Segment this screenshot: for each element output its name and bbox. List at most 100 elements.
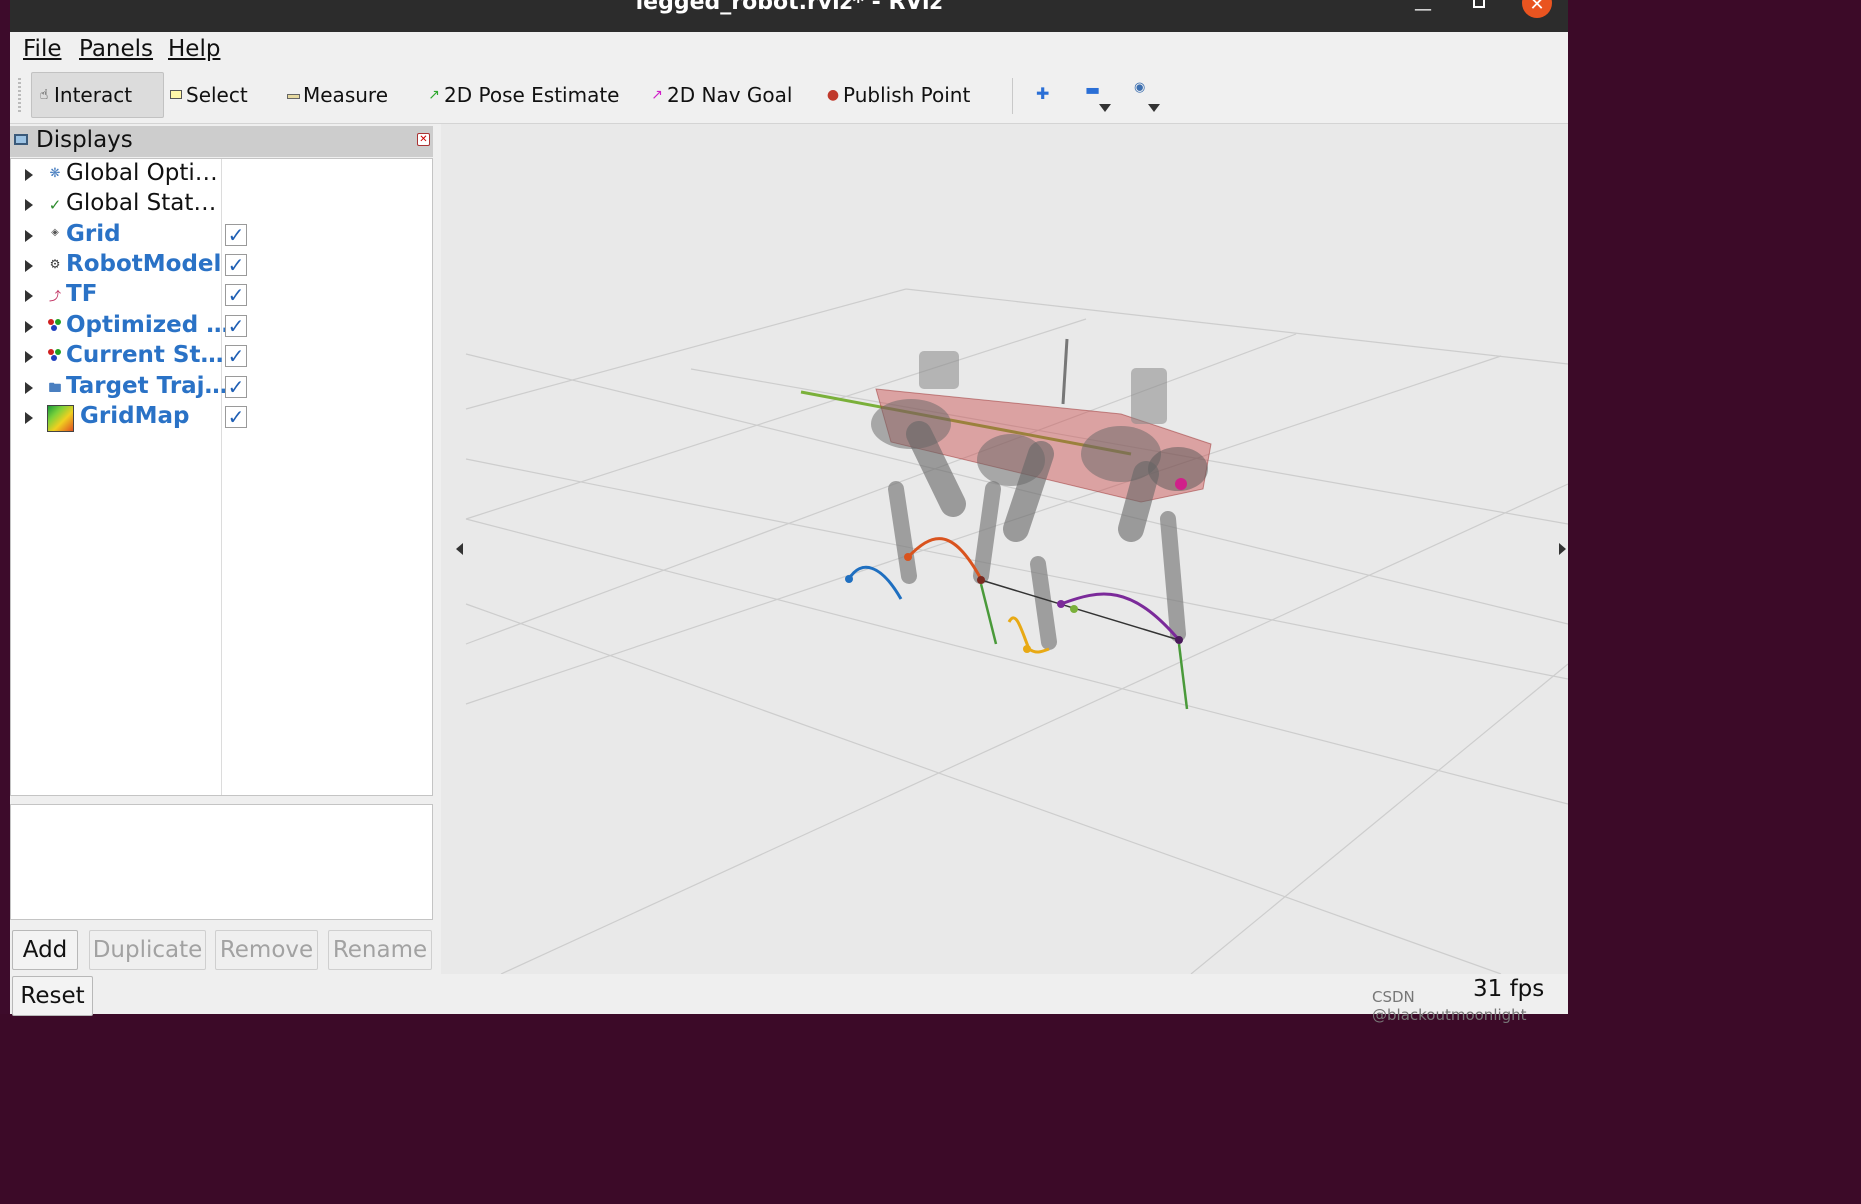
expand-arrow-icon[interactable] xyxy=(25,412,33,424)
panel-close-icon[interactable]: ✕ xyxy=(417,133,430,146)
render-3d-viewport[interactable] xyxy=(441,124,1568,974)
tool-2d-pose-estimate[interactable]: ↗ 2D Pose Estimate xyxy=(426,72,619,118)
tool-measure[interactable]: Measure xyxy=(285,72,388,118)
rviz-window: legged_robot.rviz* - RViz — ✕ File Panel… xyxy=(10,0,1568,1016)
tool-interact[interactable]: ☝ Interact xyxy=(31,72,164,118)
toolbar-grip[interactable] xyxy=(18,78,21,112)
display-item-label: GridMap xyxy=(80,403,190,429)
menu-panels-label: Panels xyxy=(79,36,154,62)
close-window-button[interactable]: ✕ xyxy=(1522,0,1552,18)
tool-bar: ☝ Interact Select Measure ↗ 2D Pose Esti… xyxy=(10,66,1568,124)
folder-icon: 🖿 xyxy=(48,381,62,396)
maximize-icon[interactable] xyxy=(1473,0,1485,8)
toolbar-separator xyxy=(1012,78,1013,114)
menu-file[interactable]: File xyxy=(23,36,62,62)
window-title: legged_robot.rviz* - RViz xyxy=(635,0,943,15)
tool-2d-nav-goal-label: 2D Nav Goal xyxy=(667,83,793,107)
display-enable-checkbox[interactable]: ✓ xyxy=(225,254,247,276)
robot-model xyxy=(800,338,1212,650)
hand-cursor-icon: ☝ xyxy=(39,87,49,103)
display-item-label: Target Traj… xyxy=(66,373,228,399)
expand-arrow-icon[interactable] xyxy=(25,321,33,333)
checkmark-icon: ✓ xyxy=(48,196,62,214)
axes-icon: ⤴ xyxy=(48,289,61,303)
menu-file-label: File xyxy=(23,36,62,62)
remove-button[interactable]: Remove xyxy=(215,930,318,970)
scene-svg xyxy=(465,288,1568,974)
desktop-background-strip xyxy=(0,0,10,1014)
rename-button[interactable]: Rename xyxy=(328,930,432,970)
display-item-global-status[interactable]: ✓ Global Stat… xyxy=(11,190,431,220)
display-item-global-options[interactable]: ❋ Global Opti… xyxy=(11,160,431,190)
remove-tool-icon[interactable]: ▬ xyxy=(1085,80,1100,99)
display-item-label: TF xyxy=(66,281,98,307)
tool-measure-label: Measure xyxy=(303,83,388,107)
grid-icon: ◈ xyxy=(51,227,59,238)
duplicate-button[interactable]: Duplicate xyxy=(89,930,206,970)
camera-eye-icon[interactable]: ◉ xyxy=(1134,80,1145,95)
display-item-grid[interactable]: ◈ Grid ✓ xyxy=(11,221,431,251)
pin-icon: ● xyxy=(826,87,840,103)
display-enable-checkbox[interactable]: ✓ xyxy=(225,406,247,428)
displays-tree[interactable]: ❋ Global Opti… ✓ Global Stat… ◈ Grid ✓ ⚙… xyxy=(10,158,433,796)
display-item-current-state[interactable]: Current St… ✓ xyxy=(11,342,431,372)
display-enable-checkbox[interactable]: ✓ xyxy=(225,284,247,306)
expand-arrow-icon[interactable] xyxy=(25,199,33,211)
add-button[interactable]: Add xyxy=(12,930,78,970)
select-box-icon xyxy=(168,87,184,103)
collapse-right-icon[interactable] xyxy=(1559,543,1566,555)
expand-arrow-icon[interactable] xyxy=(25,382,33,394)
display-item-label: Optimized … xyxy=(66,312,230,338)
camera-dropdown-icon[interactable] xyxy=(1148,104,1160,112)
display-enable-checkbox[interactable]: ✓ xyxy=(225,376,247,398)
menu-bar: File Panels Help xyxy=(10,32,1568,66)
expand-arrow-icon[interactable] xyxy=(25,290,33,302)
gear-icon: ❋ xyxy=(49,166,61,181)
display-item-label: Global Opti… xyxy=(66,160,218,186)
foot-trajectories xyxy=(845,537,1189,710)
display-item-robotmodel[interactable]: ⚙ RobotModel ✓ xyxy=(11,251,431,281)
display-item-gridmap[interactable]: GridMap ✓ xyxy=(11,403,431,433)
expand-arrow-icon[interactable] xyxy=(25,260,33,272)
displays-panel-title: Displays xyxy=(36,127,133,153)
expand-arrow-icon[interactable] xyxy=(25,230,33,242)
display-item-optimized[interactable]: Optimized … ✓ xyxy=(11,312,431,342)
display-item-tf[interactable]: ⤴ TF ✓ xyxy=(11,281,431,311)
display-item-label: Grid xyxy=(66,221,121,247)
display-enable-checkbox[interactable]: ✓ xyxy=(225,224,247,246)
tool-2d-nav-goal[interactable]: ↗ 2D Nav Goal xyxy=(649,72,792,118)
display-item-label: RobotModel xyxy=(66,251,222,277)
displays-panel-header[interactable]: Displays ✕ xyxy=(10,126,433,157)
menu-help-label: Help xyxy=(168,36,221,62)
expand-arrow-icon[interactable] xyxy=(25,351,33,363)
gridmap-icon xyxy=(47,405,74,432)
tool-publish-point[interactable]: ● Publish Point xyxy=(825,72,970,118)
display-item-label: Global Stat… xyxy=(66,190,217,216)
ruler-icon xyxy=(285,87,301,103)
title-bar[interactable]: legged_robot.rviz* - RViz — ✕ xyxy=(10,0,1568,32)
robot-icon: ⚙ xyxy=(49,257,61,271)
ground-grid xyxy=(465,288,1568,974)
display-description-box xyxy=(10,804,433,920)
tool-interact-label: Interact xyxy=(54,83,133,107)
remove-tool-dropdown-icon[interactable] xyxy=(1099,104,1111,112)
nav-goal-arrow-icon: ↗ xyxy=(651,87,663,103)
tool-publish-point-label: Publish Point xyxy=(843,83,971,107)
tool-select[interactable]: Select xyxy=(168,72,248,118)
display-item-target-trajectory[interactable]: 🖿 Target Traj… ✓ xyxy=(11,373,431,403)
reset-button[interactable]: Reset xyxy=(12,976,93,1016)
marker-array-icon xyxy=(47,318,63,336)
pose-arrow-icon: ↗ xyxy=(428,87,440,103)
display-enable-checkbox[interactable]: ✓ xyxy=(225,315,247,337)
displays-panel: Displays ✕ ❋ Global Opti… ✓ Global Stat…… xyxy=(10,126,433,1016)
display-enable-checkbox[interactable]: ✓ xyxy=(225,345,247,367)
expand-arrow-icon[interactable] xyxy=(25,169,33,181)
minimize-icon[interactable]: — xyxy=(1414,1,1432,19)
display-item-label: Current St… xyxy=(66,342,224,368)
watermark-text: CSDN @blackoutmoonlight xyxy=(1372,988,1527,1024)
menu-panels[interactable]: Panels xyxy=(79,36,153,62)
monitor-icon xyxy=(14,134,28,145)
add-tool-icon[interactable]: ✚ xyxy=(1036,84,1049,103)
menu-help[interactable]: Help xyxy=(168,36,220,62)
collapse-left-icon[interactable] xyxy=(456,543,463,555)
